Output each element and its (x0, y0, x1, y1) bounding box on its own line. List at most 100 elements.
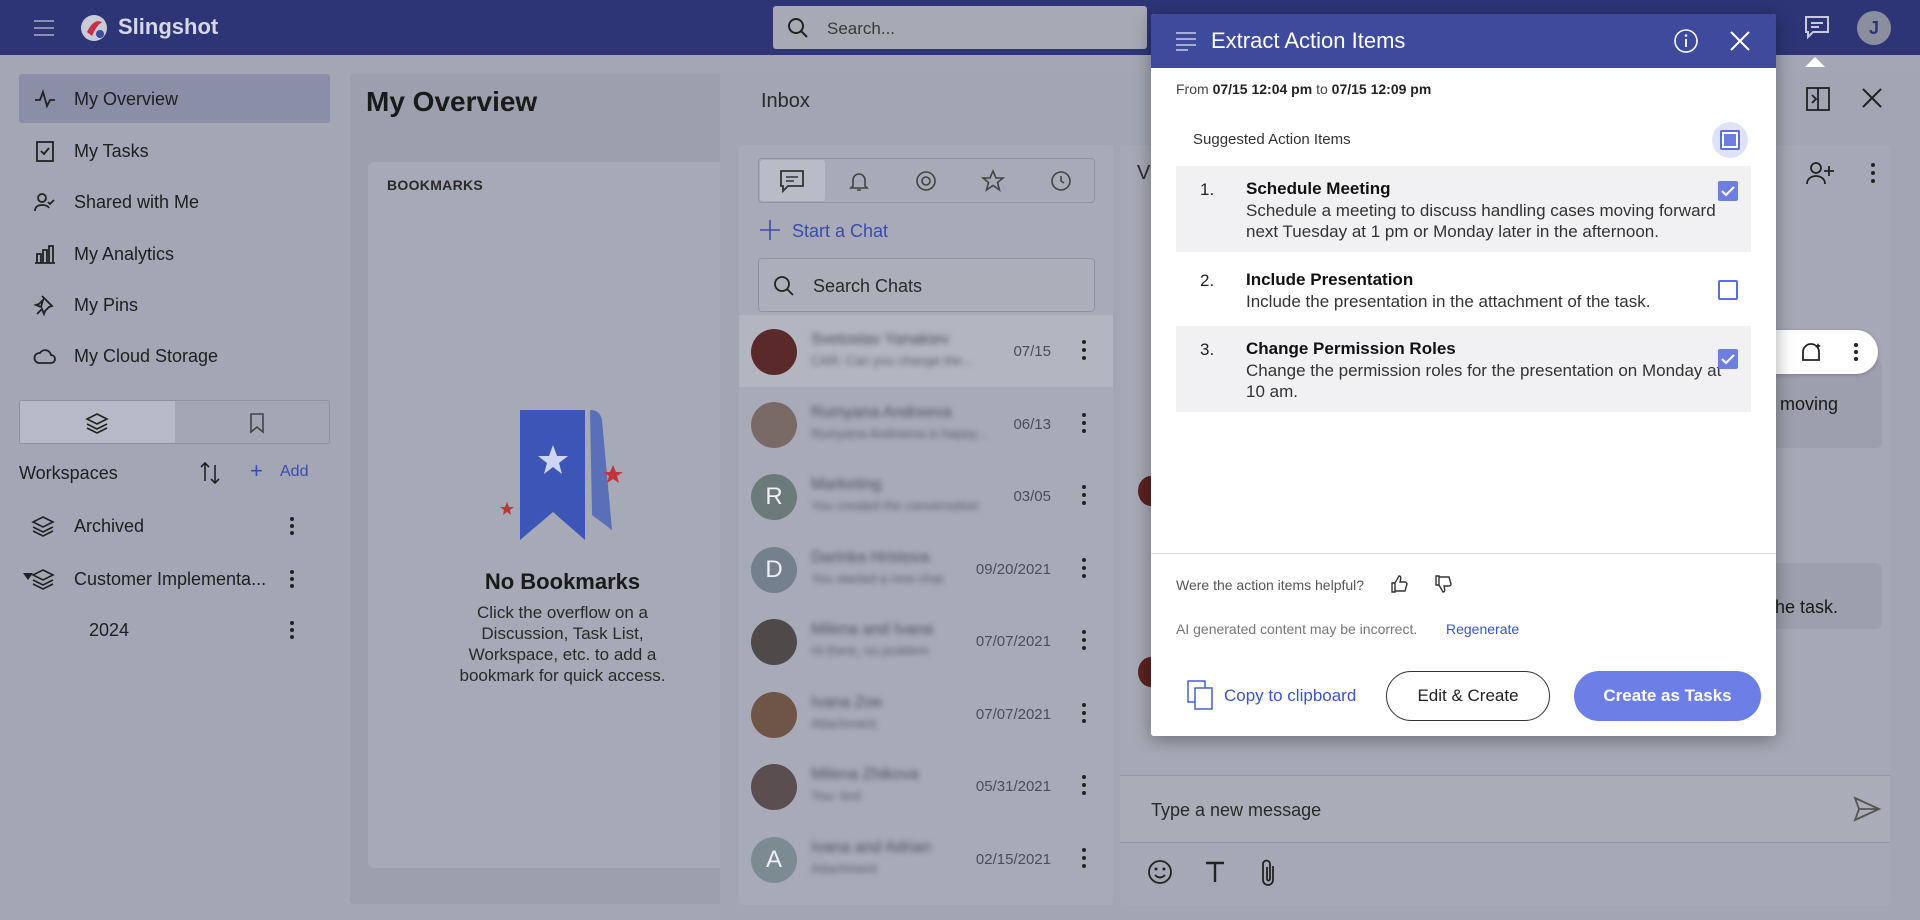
pin-icon (33, 295, 54, 317)
ai-assist-icon[interactable] (1798, 340, 1824, 366)
item-checkbox[interactable] (1718, 349, 1738, 369)
chat-list-item[interactable]: D Darinka Hristova You started a new chat 0… (739, 533, 1113, 605)
nav-item-my-pins[interactable]: My Pins (19, 280, 330, 329)
chat-list-item[interactable]: Ivana Zoe Attachment 07/07/2021 (739, 678, 1113, 750)
copy-icon[interactable] (1186, 679, 1214, 711)
chat-bubble-icon[interactable] (1803, 14, 1831, 40)
dialog-header: Extract Action Items (1151, 14, 1776, 68)
start-chat-button[interactable]: Start a Chat (792, 221, 888, 242)
chat-preview: Attachment (811, 716, 877, 731)
thumbs-up-icon[interactable] (1390, 575, 1408, 593)
nav-item-my-tasks[interactable]: My Tasks (19, 126, 330, 175)
message-input[interactable]: Type a new message (1120, 775, 1890, 843)
edit-and-create-button[interactable]: Edit & Create (1386, 671, 1550, 721)
kebab-menu-icon[interactable] (289, 620, 295, 640)
kebab-menu-icon[interactable] (289, 569, 295, 589)
user-avatar[interactable]: J (1857, 11, 1891, 45)
nav-item-shared-with-me[interactable]: Shared with Me (19, 177, 330, 226)
task-icon (36, 141, 54, 162)
chat-list-item[interactable]: R Marketing You created the conversation 03… (739, 460, 1113, 532)
kebab-menu-icon[interactable] (1081, 412, 1087, 434)
chat-avatar (751, 619, 797, 665)
kebab-menu-icon[interactable] (1081, 629, 1087, 651)
global-search-input[interactable]: Search... (773, 6, 1147, 49)
add-user-icon[interactable] (1805, 160, 1835, 186)
item-checkbox[interactable] (1718, 280, 1738, 300)
page-title: My Overview (366, 86, 538, 117)
workspace-item-customer-implementation[interactable]: Customer Implementa... (19, 559, 330, 599)
bookmark-ribbon-icon (495, 400, 625, 550)
sidebar-segment-toggle (19, 400, 330, 444)
info-icon[interactable] (1673, 28, 1699, 54)
brand-name: Slingshot (118, 14, 219, 39)
nav-label: My Cloud Storage (74, 346, 219, 366)
inbox-title: Inbox (761, 90, 810, 112)
kebab-menu-icon[interactable] (1081, 339, 1087, 361)
chat-filter-tabs (758, 158, 1095, 203)
kebab-menu-icon[interactable] (1081, 702, 1087, 724)
nav-item-my-cloud-storage[interactable]: My Cloud Storage (19, 331, 330, 380)
bell-icon[interactable] (847, 169, 871, 193)
chat-name: Milena and Ivana (811, 621, 933, 638)
date-range: From 07/15 12:04 pm to 07/15 12:09 pm (1176, 81, 1431, 97)
kebab-menu-icon[interactable] (1081, 774, 1087, 796)
kebab-menu-icon[interactable] (1853, 342, 1859, 362)
nav-item-my-overview[interactable]: My Overview (19, 74, 330, 123)
item-checkbox[interactable] (1718, 181, 1738, 201)
button-label: Edit & Create (1417, 686, 1519, 705)
chat-date: 09/20/2021 (975, 561, 1051, 578)
close-icon[interactable] (1729, 30, 1751, 52)
chat-list-item[interactable]: Milena and Ivana Hi there, no problem 07/0… (739, 605, 1113, 677)
copy-to-clipboard-button[interactable]: Copy to clipboard (1224, 686, 1356, 706)
create-as-tasks-button[interactable]: Create as Tasks (1574, 671, 1761, 721)
split-view-icon[interactable] (1805, 86, 1831, 112)
kebab-menu-icon[interactable] (1081, 484, 1087, 506)
chat-avatar (751, 402, 797, 448)
sort-icon[interactable] (198, 460, 222, 486)
kebab-menu-icon[interactable] (1081, 557, 1087, 579)
send-icon[interactable] (1853, 796, 1881, 822)
chat-date: 07/07/2021 (975, 706, 1051, 723)
paperclip-icon[interactable] (1258, 858, 1280, 888)
regenerate-link[interactable]: Regenerate (1446, 621, 1519, 637)
history-icon[interactable] (1049, 169, 1073, 193)
chat-avatar: D (751, 547, 797, 593)
item-description: Change the permission roles for the pres… (1246, 361, 1722, 401)
chat-icon[interactable] (779, 169, 805, 193)
bar-chart-icon (35, 245, 55, 264)
mention-icon[interactable] (914, 169, 938, 193)
chat-name: Marketing (811, 476, 882, 493)
workspace-item-archived[interactable]: Archived (19, 506, 330, 546)
workspaces-tab[interactable] (20, 401, 175, 443)
list-lines-icon (1176, 32, 1196, 51)
chat-list-item[interactable]: A Ivana and Adrian Attachment 02/15/2021 (739, 823, 1113, 895)
chat-list-item[interactable]: Rumyana Andreeva Rumyana Andreeva is happ… (739, 388, 1113, 460)
kebab-menu-icon[interactable] (1081, 847, 1087, 869)
message-text: s moving (1766, 394, 1839, 414)
kebab-menu-icon[interactable] (289, 516, 295, 536)
nav-item-my-analytics[interactable]: My Analytics (19, 229, 330, 278)
select-all-checkbox[interactable] (1712, 122, 1748, 158)
star-icon[interactable] (981, 169, 1005, 193)
action-item: 1. Schedule Meeting Schedule a meeting t… (1176, 166, 1751, 252)
item-description: Include the presentation in the attachme… (1246, 292, 1651, 311)
search-chats-input[interactable]: Search Chats (758, 258, 1095, 312)
nav-label: My Pins (74, 295, 139, 315)
kebab-menu-icon[interactable] (1870, 162, 1876, 184)
close-icon[interactable] (1860, 86, 1884, 110)
button-label: Create as Tasks (1603, 686, 1732, 705)
suggested-items-label: Suggested Action Items (1193, 131, 1351, 148)
workspace-label: Archived (74, 516, 145, 536)
text-format-icon[interactable] (1202, 858, 1228, 886)
chat-preview: CAR: Can you change the... (811, 353, 973, 368)
workspace-item-2024[interactable]: 2024 (19, 610, 330, 650)
chat-list-item[interactable]: Svetoslav Yanakiev CAR: Can you change th… (739, 315, 1113, 387)
search-icon (774, 276, 794, 296)
chat-list-item[interactable]: Milena Zhikova You: test 05/31/2021 (739, 750, 1113, 822)
hamburger-menu-icon[interactable] (30, 14, 58, 42)
plus-icon[interactable] (758, 218, 782, 242)
range-from: 07/15 12:04 pm (1212, 81, 1313, 97)
action-item: 2. Include Presentation Include the pres… (1176, 257, 1751, 321)
emoji-icon[interactable] (1146, 858, 1174, 886)
thumbs-down-icon[interactable] (1434, 575, 1452, 593)
